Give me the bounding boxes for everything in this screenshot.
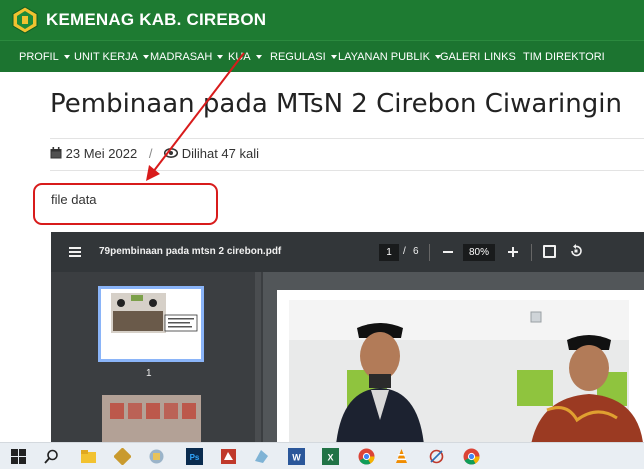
svg-text:Ps: Ps	[190, 453, 200, 462]
thumbnail-page-label: 1	[146, 368, 152, 379]
main-nav: PROFIL UNIT KERJA MADRASAH KUA REGULASI …	[0, 40, 644, 72]
app-icon[interactable]	[428, 448, 445, 465]
nav-item-unit-kerja[interactable]: UNIT KERJA	[74, 51, 149, 63]
chrome-icon[interactable]	[463, 448, 480, 465]
svg-text:W: W	[292, 453, 301, 463]
page-thumbnail-1[interactable]	[98, 286, 204, 362]
zoom-level-input[interactable]: 80%	[463, 244, 495, 261]
nav-item-madrasah[interactable]: MADRASAH	[150, 51, 224, 63]
site-name[interactable]: KEMENAG KAB. CIREBON	[46, 10, 266, 30]
nav-item-profil[interactable]: PROFIL	[19, 51, 70, 63]
nav-item-tim-direktori[interactable]: TIM DIREKTORI	[523, 51, 605, 63]
page-thumbnail-2[interactable]	[102, 395, 201, 442]
excel-icon[interactable]: X	[322, 448, 339, 465]
page-photo	[277, 290, 644, 442]
nav-item-regulasi[interactable]: REGULASI	[270, 51, 337, 63]
article-meta: 23 Mei 2022 / Dilihat 47 kali	[50, 146, 259, 161]
pdf-page[interactable]	[277, 290, 644, 442]
app-icon[interactable]	[114, 448, 131, 465]
thumbnail-image	[102, 395, 201, 442]
divider	[50, 138, 644, 139]
chrome-icon[interactable]	[358, 448, 375, 465]
sidebar-scrollbar[interactable]	[255, 272, 261, 442]
toolbar-divider	[531, 244, 532, 261]
site-header: KEMENAG KAB. CIREBON	[0, 0, 644, 40]
nav-item-galeri[interactable]: GALERI	[440, 51, 480, 63]
page-total: 6	[413, 246, 419, 257]
view-count: Dilihat 47 kali	[181, 146, 260, 161]
page-title: Pembinaan pada MTsN 2 Cirebon Ciwaringin	[50, 89, 622, 119]
pdf-toolbar: 79pembinaan pada mtsn 2 cirebon.pdf 1 / …	[51, 232, 644, 272]
zoom-out-icon[interactable]	[443, 251, 453, 253]
windows-taskbar: Ps W X	[0, 442, 644, 469]
chevron-down-icon	[217, 55, 224, 60]
chevron-down-icon	[330, 55, 337, 60]
red-highlight-box	[33, 183, 218, 225]
app-icon[interactable]	[220, 448, 237, 465]
article-date: 23 Mei 2022	[65, 146, 138, 161]
app-icon[interactable]	[148, 448, 165, 465]
calendar-icon	[50, 147, 62, 159]
word-icon[interactable]: W	[288, 448, 305, 465]
nav-item-layanan-publik[interactable]: LAYANAN PUBLIK	[338, 51, 441, 63]
chevron-down-icon	[63, 55, 70, 60]
page-number-input[interactable]: 1	[379, 244, 399, 261]
svg-text:X: X	[327, 453, 333, 463]
toolbar-divider	[429, 244, 430, 261]
file-explorer-icon[interactable]	[80, 448, 97, 465]
thumbnail-image	[101, 289, 201, 359]
photoshop-icon[interactable]: Ps	[186, 448, 203, 465]
rotate-icon[interactable]	[569, 244, 583, 258]
zoom-in-icon[interactable]	[508, 247, 518, 257]
search-icon[interactable]	[43, 448, 60, 465]
pdf-filename: 79pembinaan pada mtsn 2 cirebon.pdf	[99, 246, 282, 257]
meta-separator: /	[148, 146, 153, 161]
nav-item-links[interactable]: LINKS	[484, 51, 516, 63]
divider	[50, 170, 644, 171]
chevron-down-icon	[142, 55, 149, 60]
chevron-down-icon	[255, 55, 262, 60]
page-separator: /	[403, 246, 406, 257]
windows-start-icon[interactable]	[10, 448, 27, 465]
nav-item-kua[interactable]: KUA	[228, 51, 262, 63]
fit-page-icon[interactable]	[543, 245, 556, 258]
vlc-icon[interactable]	[393, 448, 410, 465]
eye-icon	[163, 148, 179, 158]
kemenag-logo[interactable]	[12, 6, 38, 34]
app-icon[interactable]	[253, 448, 270, 465]
pdf-viewer[interactable]: 79pembinaan pada mtsn 2 cirebon.pdf 1 / …	[51, 232, 644, 442]
menu-icon[interactable]	[69, 247, 81, 257]
